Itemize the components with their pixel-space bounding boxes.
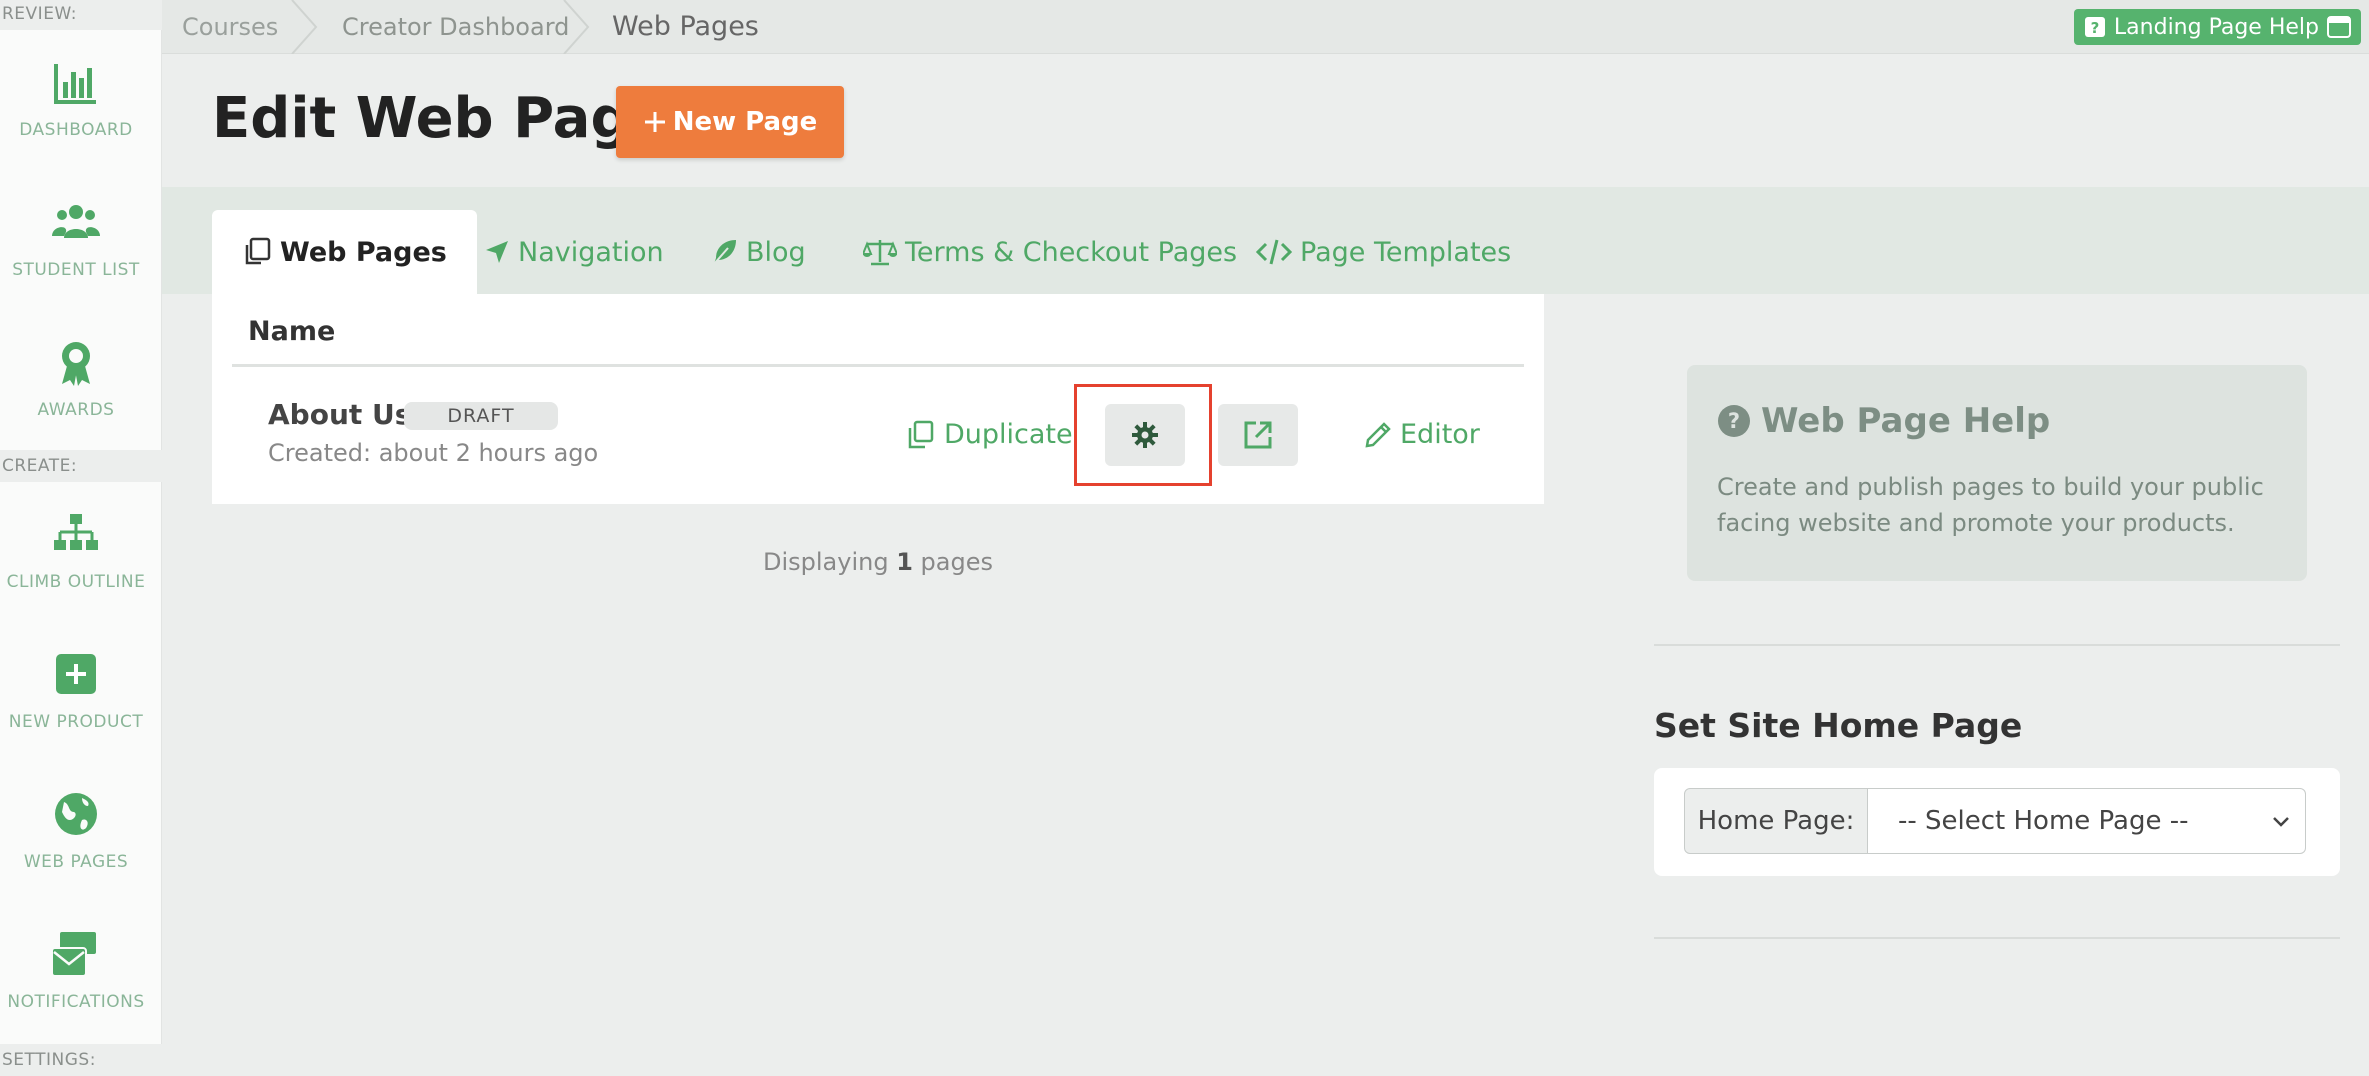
breadcrumb: Courses Creator Dashboard Web Pages ? La… <box>162 0 2369 54</box>
sidebar-item-awards[interactable]: AWARDS <box>0 338 152 420</box>
pencil-icon <box>1365 421 1391 448</box>
sidebar-item-label: AWARDS <box>37 400 115 420</box>
plus-icon <box>644 112 665 132</box>
sidebar-item-label: DASHBOARD <box>19 120 133 140</box>
home-page-label: Home Page: <box>1684 788 1868 854</box>
envelope-icon <box>51 932 98 977</box>
sidebar-item-label: NEW PRODUCT <box>8 712 144 732</box>
divider <box>1654 937 2340 939</box>
home-page-selected: -- Select Home Page -- <box>1898 806 2189 836</box>
sidebar-item-dashboard[interactable]: DASHBOARD <box>0 58 152 140</box>
sidebar: REVIEW: DASHBOARD STUDENT LIST AWARDS CR… <box>0 0 162 1076</box>
globe-icon <box>55 793 97 835</box>
svg-text:?: ? <box>2091 19 2100 37</box>
sidebar-item-web-pages[interactable]: WEB PAGES <box>0 790 152 872</box>
landing-page-help-label: Landing Page Help <box>2113 14 2319 40</box>
breadcrumb-separator-icon <box>291 0 318 54</box>
sidebar-item-label: CLIMB OUTLINE <box>6 572 146 592</box>
divider <box>1654 644 2340 646</box>
tab-label: Navigation <box>518 236 664 268</box>
home-page-panel: Home Page: -- Select Home Page -- <box>1654 768 2340 876</box>
home-page-select[interactable]: -- Select Home Page -- <box>1868 788 2306 854</box>
tab-web-pages[interactable]: Web Pages <box>212 210 477 294</box>
balance-scale-icon <box>863 240 897 266</box>
tab-label: Terms & Checkout Pages <box>905 236 1238 268</box>
users-icon <box>52 205 100 238</box>
sidebar-item-label: WEB PAGES <box>23 852 129 872</box>
sidebar-item-notifications[interactable]: NOTIFICATIONS <box>0 930 152 1012</box>
breadcrumb-separator-icon <box>563 0 590 54</box>
question-square-icon: ? <box>2084 17 2105 37</box>
tab-page-templates[interactable]: Page Templates <box>1256 210 1511 294</box>
tab-blog[interactable]: Blog <box>710 210 806 294</box>
window-icon <box>2327 16 2351 38</box>
tab-label: Blog <box>746 236 806 268</box>
feather-icon <box>713 240 736 265</box>
plus-square-icon <box>56 654 96 694</box>
gear-icon <box>1132 422 1158 448</box>
location-arrow-icon <box>486 241 508 263</box>
editor-label: Editor <box>1400 419 1480 450</box>
page-row-title[interactable]: About Us <box>268 398 411 431</box>
web-page-help-panel: ? Web Page Help Create and publish pages… <box>1687 365 2307 581</box>
sitemap-icon <box>54 514 98 550</box>
copy-icon <box>245 237 271 265</box>
open-external-button[interactable] <box>1218 404 1298 466</box>
web-pages-table: Name About Us DRAFT Created: about 2 hou… <box>212 294 1544 504</box>
status-badge: DRAFT <box>404 402 558 430</box>
chart-icon <box>54 64 96 104</box>
column-header-name: Name <box>248 316 336 347</box>
tab-label: Web Pages <box>280 236 447 268</box>
duplicate-label: Duplicate <box>944 419 1073 450</box>
page-count: Displaying 1 pages <box>762 548 993 576</box>
code-icon <box>1256 239 1292 265</box>
copy-icon <box>908 420 934 448</box>
sidebar-item-label: NOTIFICATIONS <box>7 992 145 1012</box>
set-home-page-title: Set Site Home Page <box>1654 706 2023 745</box>
editor-button[interactable]: Editor <box>1364 419 1480 450</box>
question-circle-icon: ? <box>1718 405 1750 437</box>
sidebar-item-student-list[interactable]: STUDENT LIST <box>0 198 152 280</box>
tab-navigation[interactable]: Navigation <box>484 210 664 294</box>
page-settings-button[interactable] <box>1105 404 1185 466</box>
sidebar-item-new-product[interactable]: NEW PRODUCT <box>0 650 152 732</box>
landing-page-help-button[interactable]: ? Landing Page Help <box>2073 9 2361 45</box>
award-icon <box>62 342 90 386</box>
new-page-label: New Page <box>672 107 818 137</box>
external-link-icon <box>1244 421 1272 449</box>
breadcrumb-web-pages: Web Pages <box>612 11 759 42</box>
help-title: ? Web Page Help <box>1717 401 2050 441</box>
tab-terms-checkout[interactable]: Terms & Checkout Pages <box>863 210 1237 294</box>
header-divider <box>232 364 1524 367</box>
page-row-created: Created: about 2 hours ago <box>268 439 599 467</box>
help-text: Create and publish pages to build your p… <box>1717 473 2264 537</box>
sidebar-item-climb-outline[interactable]: CLIMB OUTLINE <box>0 510 152 592</box>
sidebar-section-review: REVIEW: <box>0 0 162 30</box>
duplicate-button[interactable]: Duplicate <box>906 419 1073 450</box>
breadcrumb-creator-dashboard[interactable]: Creator Dashboard <box>342 0 569 54</box>
new-page-button[interactable]: New Page <box>616 86 844 158</box>
svg-text:?: ? <box>1728 409 1740 433</box>
sidebar-item-label: STUDENT LIST <box>12 260 140 280</box>
sidebar-section-create: CREATE: <box>0 450 162 482</box>
tab-label: Page Templates <box>1300 236 1512 268</box>
sidebar-section-settings: SETTINGS: <box>0 1044 162 1076</box>
breadcrumb-courses[interactable]: Courses <box>182 0 278 54</box>
chevron-down-icon <box>2273 817 2289 827</box>
